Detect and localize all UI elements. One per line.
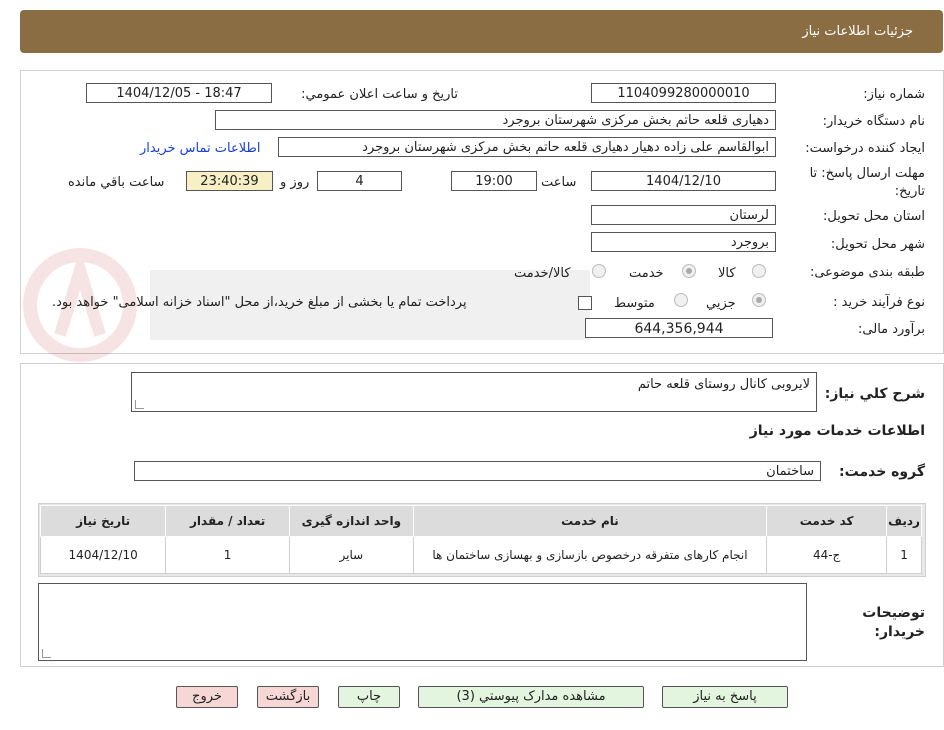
- need-number-label: شماره نیاز:: [863, 87, 925, 102]
- city-value: بروجرد: [591, 232, 776, 252]
- services-table: ردیف کد خدمت نام خدمت واحد اندازه گیری ت…: [39, 505, 922, 574]
- attachments-button[interactable]: مشاهده مدارک پیوستي (3): [418, 686, 644, 708]
- process-radio-minor[interactable]: [752, 293, 766, 307]
- col-service-name: نام خدمت: [412, 505, 768, 537]
- remaining-time-value: 23:40:39: [186, 171, 273, 191]
- province-value: لرستان: [591, 205, 776, 225]
- creator-label: ایجاد کننده درخواست:: [805, 141, 925, 156]
- buyer-contact-link[interactable]: اطلاعات تماس خریدار: [140, 141, 260, 156]
- city-label: شهر محل تحویل:: [830, 237, 925, 252]
- need-number-value: 1104099280000010: [591, 83, 776, 103]
- cell-row: 1: [886, 536, 922, 574]
- description-value: لایروبی کانال روستای قلعه حاتم: [637, 377, 810, 392]
- service-group-label: گروه خدمت:: [839, 464, 925, 480]
- category-radio-goods-service[interactable]: [592, 264, 606, 278]
- exit-button[interactable]: خروج: [176, 686, 238, 708]
- table-row: 1 ج-44 انجام کارهای متفرقه درخصوص بازساز…: [39, 536, 922, 574]
- announce-date-value: 1404/12/05 - 18:47: [86, 83, 272, 103]
- deadline-time-value: 19:00: [451, 171, 537, 191]
- resize-handle-icon[interactable]: [135, 400, 144, 409]
- category-radio-service[interactable]: [682, 264, 696, 278]
- buyer-notes-label-2: خریدار:: [874, 624, 925, 640]
- service-group-value: ساختمان: [134, 461, 821, 481]
- process-radio-medium[interactable]: [674, 293, 688, 307]
- category-option-goods-service: کالا/خدمت: [514, 266, 571, 281]
- remaining-days-label: روز و: [280, 175, 310, 190]
- table-header-row: ردیف کد خدمت نام خدمت واحد اندازه گیری ت…: [39, 505, 922, 537]
- print-button[interactable]: چاپ: [338, 686, 400, 708]
- description-textarea[interactable]: لایروبی کانال روستای قلعه حاتم: [131, 372, 817, 412]
- process-option-minor: جزیي: [706, 296, 736, 311]
- col-need-date: تاریخ نیاز: [39, 505, 167, 537]
- budget-value: 644,356,944: [585, 318, 773, 338]
- province-label: استان محل تحویل:: [823, 209, 925, 224]
- treasury-checkbox[interactable]: [578, 296, 592, 310]
- cell-service-code: ج-44: [766, 536, 888, 574]
- col-row: ردیف: [886, 505, 922, 537]
- deadline-date-value: 1404/12/10: [591, 171, 776, 191]
- category-radio-goods[interactable]: [752, 264, 766, 278]
- category-label: طبقه بندی موضوعی:: [809, 265, 925, 280]
- announce-date-label: تاریخ و ساعت اعلان عمومي:: [301, 87, 458, 102]
- cell-unit: سایر: [288, 536, 414, 574]
- buyer-notes-label: توضیحات: [862, 605, 925, 621]
- reply-button[interactable]: پاسخ به نیاز: [662, 686, 788, 708]
- cell-need-date: 1404/12/10: [39, 536, 167, 574]
- deadline-time-label: ساعت: [541, 175, 577, 190]
- buyer-notes-textarea[interactable]: [38, 583, 807, 661]
- resize-handle-icon[interactable]: [42, 649, 51, 658]
- treasury-note: پرداخت تمام یا بخشی از مبلغ خرید،از محل …: [52, 295, 467, 310]
- creator-value: ابوالقاسم علی زاده دهیار دهیاری قلعه حات…: [278, 137, 776, 157]
- col-unit: واحد اندازه گیری: [288, 505, 414, 537]
- category-option-goods: کالا: [718, 266, 736, 281]
- deadline-label: مهلت ارسال پاسخ: تا: [809, 166, 925, 181]
- deadline-label-date: تاریخ:: [894, 184, 925, 199]
- back-button[interactable]: بازگشت: [257, 686, 319, 708]
- category-option-service: خدمت: [629, 266, 664, 281]
- services-section-title: اطلاعات خدمات مورد نیاز: [749, 423, 925, 439]
- buyer-org-value: دهیاری قلعه حاتم بخش مرکزی شهرستان بروجر…: [215, 110, 776, 130]
- description-label: شرح کلي نیاز:: [824, 386, 925, 402]
- remaining-time-label: ساعت باقي مانده: [68, 175, 165, 190]
- col-quantity: تعداد / مقدار: [165, 505, 290, 537]
- cell-service-name: انجام کارهای متفرقه درخصوص بازسازی و بهس…: [412, 536, 768, 574]
- page-title: جزئیات اطلاعات نیاز: [802, 24, 913, 39]
- budget-label: برآورد مالی:: [858, 322, 925, 337]
- process-label: نوع فرآیند خرید :: [833, 295, 925, 310]
- page-header: جزئیات اطلاعات نیاز: [20, 10, 943, 53]
- col-service-code: کد خدمت: [766, 505, 888, 537]
- buyer-org-label: نام دستگاه خریدار:: [822, 114, 925, 129]
- process-option-medium: متوسط: [614, 296, 655, 311]
- cell-quantity: 1: [165, 536, 290, 574]
- remaining-days-value: 4: [317, 171, 402, 191]
